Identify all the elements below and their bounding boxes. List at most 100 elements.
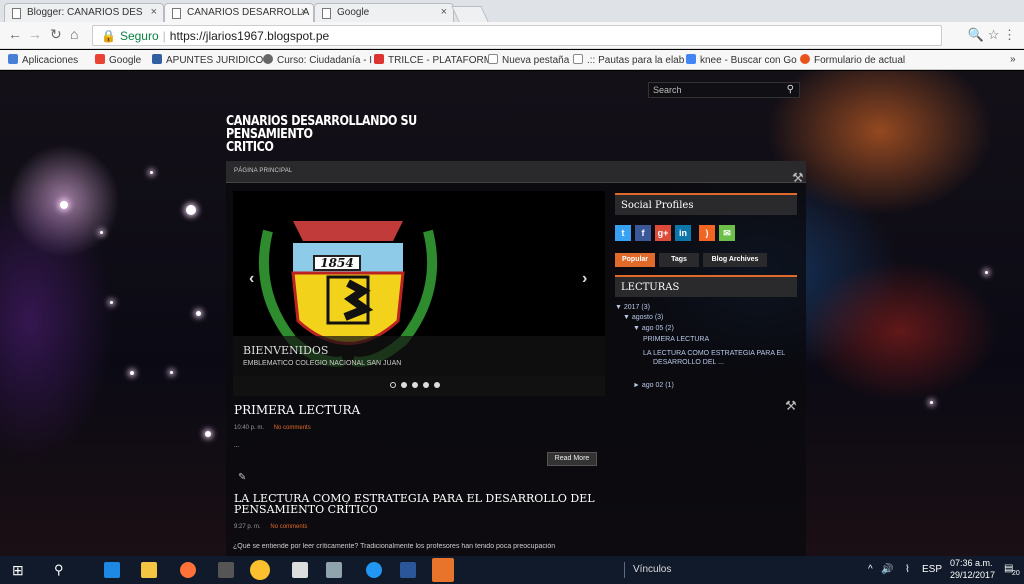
google-plus-icon[interactable]: g+ [655,225,671,241]
bookmark-google[interactable]: Google [95,54,141,66]
new-tab-button[interactable] [451,6,489,22]
bookmark-curso[interactable]: Curso: Ciudadanía - I [263,54,372,66]
comments-link[interactable]: No comments [274,425,311,431]
bookmark-favicon-icon [800,54,810,64]
notification-badge: 20 [1012,570,1020,577]
slider-dot[interactable] [423,382,429,388]
bookmarks-overflow[interactable]: » [1010,54,1016,65]
edge-icon[interactable] [104,562,120,578]
network-icon[interactable]: ⌇ [905,564,910,575]
firefox-icon[interactable] [180,562,196,578]
slider-prev-icon[interactable]: ‹ [249,270,254,288]
menu-icon[interactable]: ⋮ [1003,27,1016,42]
page-icon [172,8,181,19]
archive-day[interactable]: ► ago 02 (1) [633,381,674,391]
word-icon[interactable] [400,562,416,578]
caption-subtitle: EMBLEMATICO COLEGIO NACIONAL SAN JUAN [243,360,402,367]
bookmark-nueva[interactable]: Nueva pestaña [488,54,569,66]
internet-explorer-icon[interactable] [366,562,382,578]
archive-day[interactable]: ▼ ago 05 (2) [633,324,674,334]
bookmark-favicon-icon [263,54,273,64]
search-icon[interactable]: ⚲ [54,562,64,578]
links-toolbar[interactable]: Vínculos [633,564,671,575]
wrench-icon[interactable]: ⚒ [785,398,797,414]
bookmark-formulario[interactable]: Formulario de actual [800,54,905,66]
mail-icon[interactable] [326,562,342,578]
back-arrow-icon[interactable]: ← [8,26,22,42]
post-title[interactable]: PRIMERA LECTURA [234,403,360,417]
lock-icon: 🔒 [101,29,116,43]
background-star [110,301,113,304]
bookmark-apuntes[interactable]: APUNTES JURIDICOS [152,54,270,66]
archive-month[interactable]: ▼ agosto (3) [623,313,663,323]
post-meta: 9:27 p. m. No comments [234,524,307,530]
close-icon[interactable]: × [301,6,307,18]
tab-label: CANARIOS DESARROLLA [187,7,310,18]
file-explorer-icon[interactable] [141,562,157,578]
calculator-icon[interactable] [218,562,234,578]
chrome-icon[interactable] [250,560,270,580]
archive-year[interactable]: ▼ 2017 (3) [615,303,650,313]
nav-home-link[interactable]: PÁGINA PRINCIPAL [234,168,292,174]
rss-icon[interactable]: ) [699,225,715,241]
app-icon[interactable] [432,558,454,582]
page-icon [12,8,21,19]
linkedin-icon[interactable]: in [675,225,691,241]
tab-tags[interactable]: Tags [659,253,699,267]
post-time[interactable]: 9:27 p. m. [234,524,261,530]
post-time[interactable]: 10:40 p. m. [234,425,264,431]
tab-popular[interactable]: Popular [615,253,655,267]
store-icon[interactable] [292,562,308,578]
slider-dot[interactable] [401,382,407,388]
browser-actions: 🔍 ☆ ⋮ [968,27,1016,43]
blog-search-input[interactable]: Search ⚲ [648,82,800,98]
bookmark-favicon-icon [374,54,384,64]
volume-icon[interactable]: 🔊 [881,564,893,575]
caption-title: BIENVENIDOS [243,344,329,357]
archive-post-link-cont[interactable]: DESARROLLO DEL ... [653,358,724,368]
zoom-icon[interactable]: 🔍 [968,27,984,42]
star-icon[interactable]: ☆ [988,27,1000,42]
slider-dot[interactable] [412,382,418,388]
tab-google[interactable]: Google × [314,3,454,22]
reload-icon[interactable]: ↻ [50,26,62,43]
pencil-icon[interactable]: ✎ [238,472,246,483]
clock-date[interactable]: 29/12/2017 [950,570,995,580]
bookmark-pautas[interactable]: .:: Pautas para la elab [573,54,684,66]
twitter-icon[interactable]: t [615,225,631,241]
tab-blogger[interactable]: Blogger: CANARIOS DES × [4,3,164,22]
post-title[interactable]: LA LECTURA COMO ESTRATEGIA PARA EL DESAR… [234,493,614,515]
facebook-icon[interactable]: f [635,225,651,241]
email-icon[interactable]: ✉ [719,225,735,241]
bookmark-apps[interactable]: Aplicaciones [8,54,78,66]
read-more-button[interactable]: Read More [547,452,597,466]
close-icon[interactable]: × [441,6,447,18]
slider-next-icon[interactable]: › [582,270,587,288]
tab-canarios[interactable]: CANARIOS DESARROLLA × [164,3,314,22]
close-icon[interactable]: × [151,6,157,18]
slider-dot[interactable] [434,382,440,388]
tray-chevron-icon[interactable]: ^ [868,564,873,575]
page-icon [573,54,583,64]
clock-time[interactable]: 07:36 a.m. [950,558,993,568]
blog-title[interactable]: CANARIOS DESARROLLANDO SU PENSAMIENTO CR… [226,115,484,154]
bookmark-trilce[interactable]: TRILCE - PLATAFORM [374,54,492,66]
bookmark-knee[interactable]: knee - Buscar con Go [686,54,797,66]
background-star [985,271,988,274]
tab-blog-archives[interactable]: Blog Archives [703,253,767,267]
url-input[interactable]: 🔒 Seguro | https://jlarios1967.blogspot.pe [92,25,942,46]
background-star [205,431,211,437]
home-icon[interactable]: ⌂ [70,26,78,42]
comments-link[interactable]: No comments [270,524,307,530]
language-indicator[interactable]: ESP [922,564,942,575]
windows-start-icon[interactable]: ⊞ [12,562,24,579]
toolbar-separator [624,562,625,578]
forward-arrow-icon[interactable]: → [28,26,42,42]
background-star [186,205,196,215]
slider-pagination [233,376,605,396]
address-bar: ← → ↻ ⌂ 🔒 Seguro | https://jlarios1967.blog… [0,22,1024,49]
wrench-icon[interactable]: ⚒ [792,170,804,186]
search-icon[interactable]: ⚲ [787,84,794,95]
archive-post-link[interactable]: PRIMERA LECTURA [643,335,709,345]
slider-dot[interactable] [390,382,396,388]
